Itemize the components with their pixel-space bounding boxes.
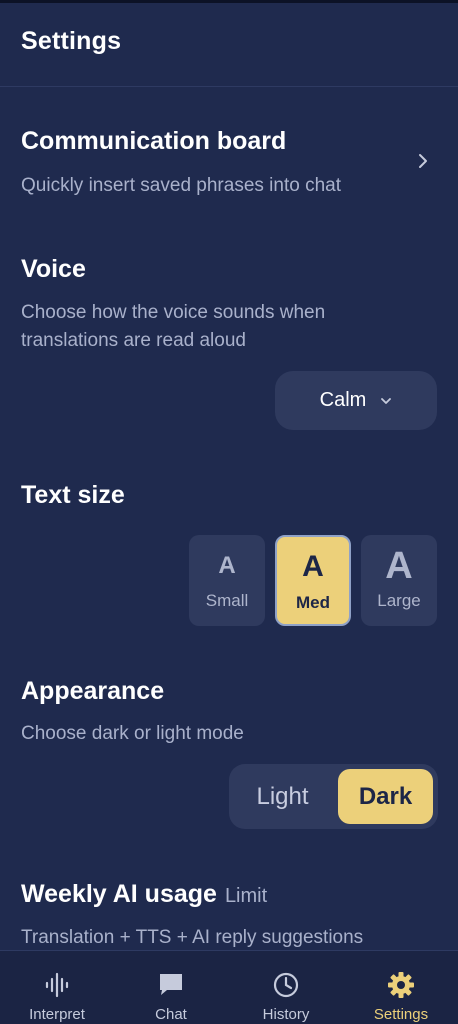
voice-subtitle-line2: translations are read aloud xyxy=(21,330,246,351)
weekly-usage-heading: Weekly AI usage Limit xyxy=(21,880,267,909)
voice-dropdown[interactable]: Calm xyxy=(275,371,437,430)
text-size-small-glyph: A xyxy=(218,552,236,579)
bottom-navigation: Interpret Chat History Settings xyxy=(0,950,458,1024)
appearance-subtitle: Choose dark or light mode xyxy=(21,723,244,744)
gear-icon xyxy=(388,972,414,998)
dark-mode-option[interactable]: Dark xyxy=(338,769,433,824)
text-size-large-button[interactable]: A Large xyxy=(361,535,437,626)
voice-subtitle-line1: Choose how the voice sounds when xyxy=(21,302,326,323)
chevron-down-icon xyxy=(381,397,392,404)
nav-label-settings: Settings xyxy=(373,1006,429,1023)
text-size-med-glyph: A xyxy=(302,550,324,583)
nav-item-history[interactable]: History xyxy=(229,951,343,1024)
clock-icon xyxy=(273,972,299,998)
chevron-right-icon[interactable] xyxy=(416,152,430,170)
text-size-med-label: Med xyxy=(296,593,330,612)
nav-label-history: History xyxy=(262,1006,310,1023)
voice-selected-value: Calm xyxy=(319,389,367,411)
communication-board-subtitle: Quickly insert saved phrases into chat xyxy=(21,175,341,196)
text-size-large-label: Large xyxy=(377,591,421,610)
appearance-title: Appearance xyxy=(21,677,165,705)
nav-label-chat: Chat xyxy=(155,1006,187,1023)
text-size-small-button[interactable]: A Small xyxy=(189,535,265,626)
nav-item-settings[interactable]: Settings xyxy=(344,951,458,1024)
appearance-toggle: Light Dark xyxy=(229,764,438,829)
light-mode-option[interactable]: Light xyxy=(235,769,330,824)
text-size-title: Text size xyxy=(21,481,125,509)
page-title: Settings xyxy=(21,27,122,55)
text-size-small-label: Small xyxy=(205,591,249,610)
nav-item-chat[interactable]: Chat xyxy=(114,951,228,1024)
weekly-usage-subtitle: Translation + TTS + AI reply suggestions xyxy=(21,927,364,948)
chat-bubble-icon xyxy=(160,974,182,995)
waveform-icon xyxy=(45,972,69,998)
app-header: Settings xyxy=(0,0,458,87)
weekly-usage-title: Weekly AI usage xyxy=(21,880,217,908)
nav-label-interpret: Interpret xyxy=(29,1006,85,1023)
text-size-med-button[interactable]: A Med xyxy=(275,535,351,626)
usage-limit-label: Limit xyxy=(224,885,268,907)
nav-item-interpret[interactable]: Interpret xyxy=(0,951,114,1024)
communication-board-title: Communication board xyxy=(21,127,287,155)
voice-title: Voice xyxy=(21,255,86,283)
text-size-large-glyph: A xyxy=(385,545,413,587)
